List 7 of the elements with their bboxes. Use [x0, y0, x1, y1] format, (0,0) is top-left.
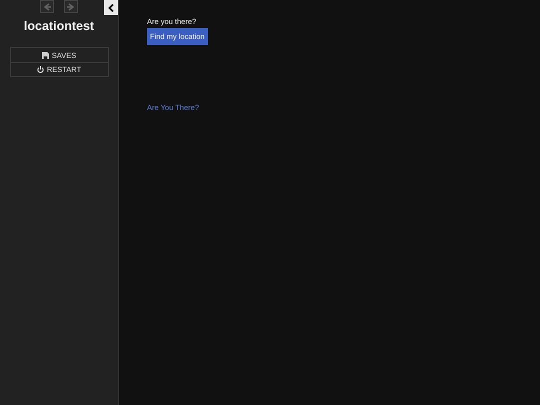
chevron-icon: [108, 4, 114, 12]
power-icon: [36, 66, 44, 73]
story-title: locationtest: [24, 19, 94, 33]
save-icon: [42, 52, 49, 58]
arrow-icon: [67, 2, 75, 10]
arrow-icon: [43, 2, 51, 10]
collapse-button[interactable]: [104, 0, 118, 15]
